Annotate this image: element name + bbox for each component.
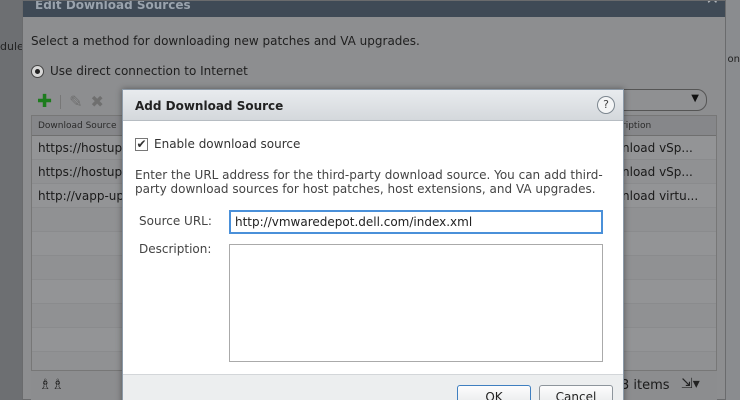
cell-description: nload virtu... bbox=[622, 189, 699, 203]
plus-icon[interactable]: ✚ bbox=[37, 91, 52, 112]
cell-source: https://hostupd bbox=[38, 141, 130, 155]
column-header-description[interactable]: ription bbox=[622, 121, 651, 131]
enable-label: Enable download source bbox=[154, 137, 301, 151]
cell-description: nload vSp... bbox=[622, 141, 693, 155]
cancel-button[interactable]: Cancel bbox=[539, 385, 613, 400]
dialog-title-bar: Edit Download Sources ✕ bbox=[23, 1, 725, 17]
description-input[interactable] bbox=[229, 244, 603, 362]
checkmark-icon[interactable]: ✔ bbox=[135, 137, 148, 151]
modal-intro-text: Enter the URL address for the third-part… bbox=[135, 168, 603, 196]
description-label: Description: bbox=[139, 242, 212, 256]
close-icon[interactable]: ✕ bbox=[706, 1, 719, 7]
enable-source-option[interactable]: ✔ Enable download source bbox=[135, 137, 300, 151]
background-left-strip: dule bbox=[0, 0, 24, 400]
ok-button[interactable]: OK bbox=[457, 385, 531, 400]
item-count: 3 items bbox=[621, 378, 670, 393]
cell-source: https://hostupd bbox=[38, 165, 130, 179]
source-url-input[interactable] bbox=[229, 210, 603, 234]
chevron-down-icon: ▼ bbox=[691, 93, 699, 104]
binoculars-icon[interactable]: ♗♗ bbox=[39, 377, 64, 393]
background-fragment-text: dule bbox=[0, 40, 24, 53]
column-header-source[interactable]: Download Source bbox=[38, 121, 117, 131]
source-url-label: Source URL: bbox=[139, 214, 212, 228]
help-icon[interactable]: ? bbox=[597, 96, 615, 114]
background-right-strip: on bbox=[726, 0, 740, 400]
intro-text: Select a method for downloading new patc… bbox=[31, 34, 420, 48]
modal-title: Add Download Source bbox=[135, 99, 284, 113]
toolbar-divider bbox=[60, 94, 62, 109]
background-fragment-text: on bbox=[727, 54, 740, 65]
cell-description: nload vSp... bbox=[622, 165, 693, 179]
sources-toolbar: ✚ ✎ ✖ bbox=[37, 91, 104, 112]
export-icon[interactable]: ⇲▾ bbox=[681, 376, 700, 392]
pencil-icon[interactable]: ✎ bbox=[69, 92, 82, 111]
modal-title-bar: Add Download Source ? bbox=[123, 90, 623, 121]
cell-source: http://vapp-upd bbox=[38, 189, 132, 203]
direct-connection-option[interactable]: Use direct connection to Internet bbox=[31, 64, 248, 78]
add-download-source-dialog: Add Download Source ? ✔ Enable download … bbox=[122, 89, 624, 400]
dialog-title: Edit Download Sources bbox=[35, 1, 191, 12]
radio-button[interactable] bbox=[31, 64, 44, 78]
modal-footer: OK Cancel bbox=[123, 374, 623, 400]
radio-label: Use direct connection to Internet bbox=[50, 64, 248, 78]
x-icon[interactable]: ✖ bbox=[91, 92, 104, 111]
